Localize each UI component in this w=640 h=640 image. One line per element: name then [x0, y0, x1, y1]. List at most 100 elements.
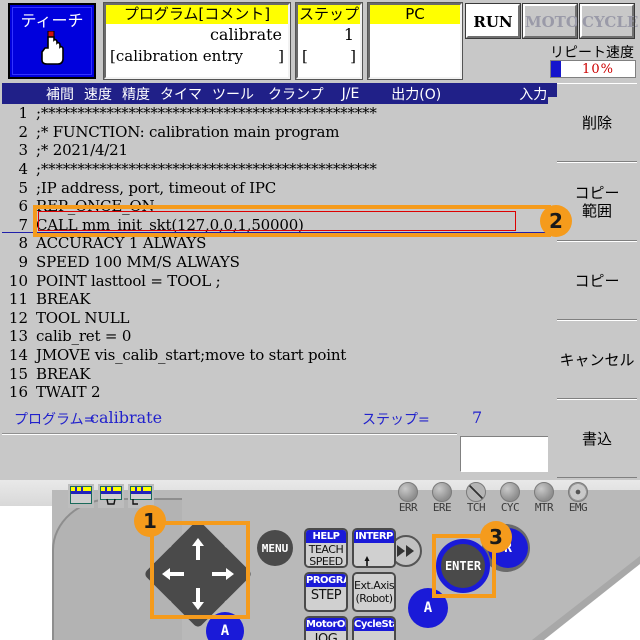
program-step-button[interactable]: PROGRAM STEP	[304, 572, 348, 612]
led-dot-icon	[500, 482, 520, 502]
arrow-right-icon	[212, 568, 234, 580]
code-line[interactable]: 10 POINT lasttool = TOOL ;	[2, 271, 555, 290]
led-indicator-group: ERR ERE TCH CYC MTR EMG	[394, 482, 592, 514]
code-line-number: 12	[8, 308, 28, 327]
code-line-number: 13	[8, 327, 28, 346]
teach-mode-indicator[interactable]: ティーチ	[8, 3, 96, 79]
menu-item-sokudo[interactable]: 速度	[84, 84, 112, 104]
code-line-text: ;* 2021/4/21	[36, 141, 128, 160]
enter-button[interactable]: ENTER	[436, 539, 490, 593]
dpad-cluster[interactable]	[143, 519, 253, 629]
code-line[interactable]: 2 ;* FUNCTION: calibration main program	[2, 123, 555, 142]
sidebar-button-cancel[interactable]: キャンセル	[557, 320, 637, 399]
step-field[interactable]: ステップ 1 [ ]	[295, 2, 363, 80]
fast-forward-icon	[397, 545, 414, 557]
function-sidebar: 削除 コピー 範囲 コピー キャンセル 書込	[557, 83, 637, 478]
code-line-text: ;* FUNCTION: calibration main program	[36, 122, 340, 141]
status-step-value: 7	[472, 408, 483, 427]
menu-button[interactable]: MENU	[257, 530, 293, 566]
code-line[interactable]: 3 ;* 2021/4/21	[2, 141, 555, 160]
step-label: STEP	[306, 587, 346, 602]
led-mtr: MTR	[530, 482, 558, 514]
menu-item-clamp[interactable]: クランプ	[268, 84, 324, 104]
cycle-start-icon	[354, 631, 394, 640]
repeat-speed-fill	[551, 61, 561, 77]
menu-item-je[interactable]: J/E	[342, 86, 360, 102]
step-field-bracket: [ ]	[298, 46, 360, 66]
jog-label: JOG	[306, 631, 346, 640]
menu-item-seido[interactable]: 精度	[122, 84, 150, 104]
scrollbar-thumb[interactable]	[548, 83, 557, 97]
menu-item-timer[interactable]: タイマ	[160, 84, 202, 104]
status-motor-button[interactable]: MOTOR	[522, 3, 591, 39]
motor-on-jog-button[interactable]: MotorON JOG	[304, 616, 348, 640]
teach-mode-label: ティーチ	[20, 11, 84, 30]
program-comment-value: [calibration entry ]	[106, 46, 288, 66]
menu-item-output[interactable]: 出力(O)	[391, 84, 441, 104]
code-line[interactable]: 5 ;IP address, port, timeout of IPC	[2, 178, 555, 197]
led-dot-ring-icon	[568, 482, 588, 502]
code-line-number: 4	[18, 160, 28, 179]
led-cyc: CYC	[496, 482, 524, 514]
led-dot-icon	[398, 482, 418, 502]
code-line[interactable]: 8 ACCURACY 1 ALWAYS	[2, 234, 555, 253]
program-code-listing[interactable]: 1 ;**************************************…	[2, 104, 555, 404]
code-line-number: 6	[18, 197, 28, 216]
header: ティーチ プログラム[コメント] calibrate [calibration …	[0, 0, 640, 82]
led-emg: EMG	[564, 482, 592, 514]
code-line[interactable]: 15 BREAK	[2, 364, 555, 383]
code-line-text: SPEED 100 MM/S ALWAYS	[36, 253, 240, 272]
code-line[interactable]: 11 BREAK	[2, 290, 555, 309]
status-run-button[interactable]: RUN	[465, 3, 521, 39]
cycle-start-button[interactable]: CycleStart	[352, 616, 396, 640]
repeat-speed-bar[interactable]: 10%	[550, 60, 636, 78]
pc-field[interactable]: PC	[367, 2, 463, 80]
code-line-number: 15	[8, 364, 28, 383]
menu-item-tool[interactable]: ツール	[212, 84, 254, 104]
sidebar-button-copy[interactable]: コピー	[557, 241, 637, 320]
code-line[interactable]: 4 ;**************************************…	[2, 160, 555, 179]
code-line[interactable]: 6 REP_ONCE_ON	[2, 197, 555, 216]
code-line[interactable]: 14 JMOVE vis_calib_start;move to start po…	[2, 346, 555, 365]
status-divider	[2, 434, 457, 435]
code-line-text: ;***************************************…	[36, 104, 377, 123]
menu-bar: 補間 速度 精度 タイマ ツール クランプ J/E 出力(O) 入力(I)	[2, 83, 562, 104]
window-icon-2[interactable]	[98, 484, 124, 508]
window-icon-1[interactable]	[68, 484, 94, 508]
program-field-value: calibrate	[209, 25, 282, 44]
step-bracket-close: ]	[350, 47, 356, 65]
repeat-speed-value: 10%	[582, 61, 614, 77]
menu-item-hokan[interactable]: 補間	[46, 84, 74, 104]
code-line[interactable]: 1 ;**************************************…	[2, 104, 555, 123]
led-label: MTR	[534, 501, 554, 514]
coordinate-axes-icon	[364, 556, 370, 566]
code-line[interactable]: 13 calib_ret = 0	[2, 327, 555, 346]
sidebar-button-write[interactable]: 書込	[557, 399, 637, 478]
status-cycle-button[interactable]: CYCLE	[579, 3, 638, 39]
code-line[interactable]: 12 TOOL NULL	[2, 309, 555, 328]
help-teach-speed-button[interactable]: HELP TEACH SPEED	[304, 528, 348, 568]
sidebar-button-delete[interactable]: 削除	[557, 83, 637, 162]
interp-axes-icon	[354, 543, 394, 566]
vertical-scrollbar[interactable]	[548, 83, 557, 478]
command-input-field[interactable]	[460, 436, 555, 472]
interp-button[interactable]: INTERP	[352, 528, 396, 568]
repeat-speed-label: リピート速度	[550, 45, 634, 61]
ext-axis-robot-button[interactable]: Ext.Axis (Robot)	[352, 572, 396, 612]
interp-label: INTERP	[354, 530, 394, 543]
led-dot-icon	[432, 482, 452, 502]
code-line-text: BREAK	[36, 364, 91, 383]
code-line[interactable]: 9 SPEED 100 MM/S ALWAYS	[2, 253, 555, 272]
program-field[interactable]: プログラム[コメント] calibrate [calibration entry…	[103, 2, 291, 80]
annotation-badge-1: 1	[134, 505, 166, 537]
code-line[interactable]: 16 TWAIT 2	[2, 383, 555, 402]
a-button[interactable]: A	[408, 588, 448, 628]
code-line-number: 2	[18, 122, 28, 141]
led-label: CYC	[500, 501, 520, 514]
program-comment-text: [calibration entry	[110, 47, 244, 65]
code-line-number: 9	[18, 253, 28, 272]
teach-pendant-screen: ティーチ プログラム[コメント] calibrate [calibration …	[0, 0, 640, 640]
code-line-text: REP_ONCE_ON	[36, 197, 155, 216]
code-line-number: 16	[8, 383, 28, 402]
led-label: ERR	[398, 501, 418, 514]
